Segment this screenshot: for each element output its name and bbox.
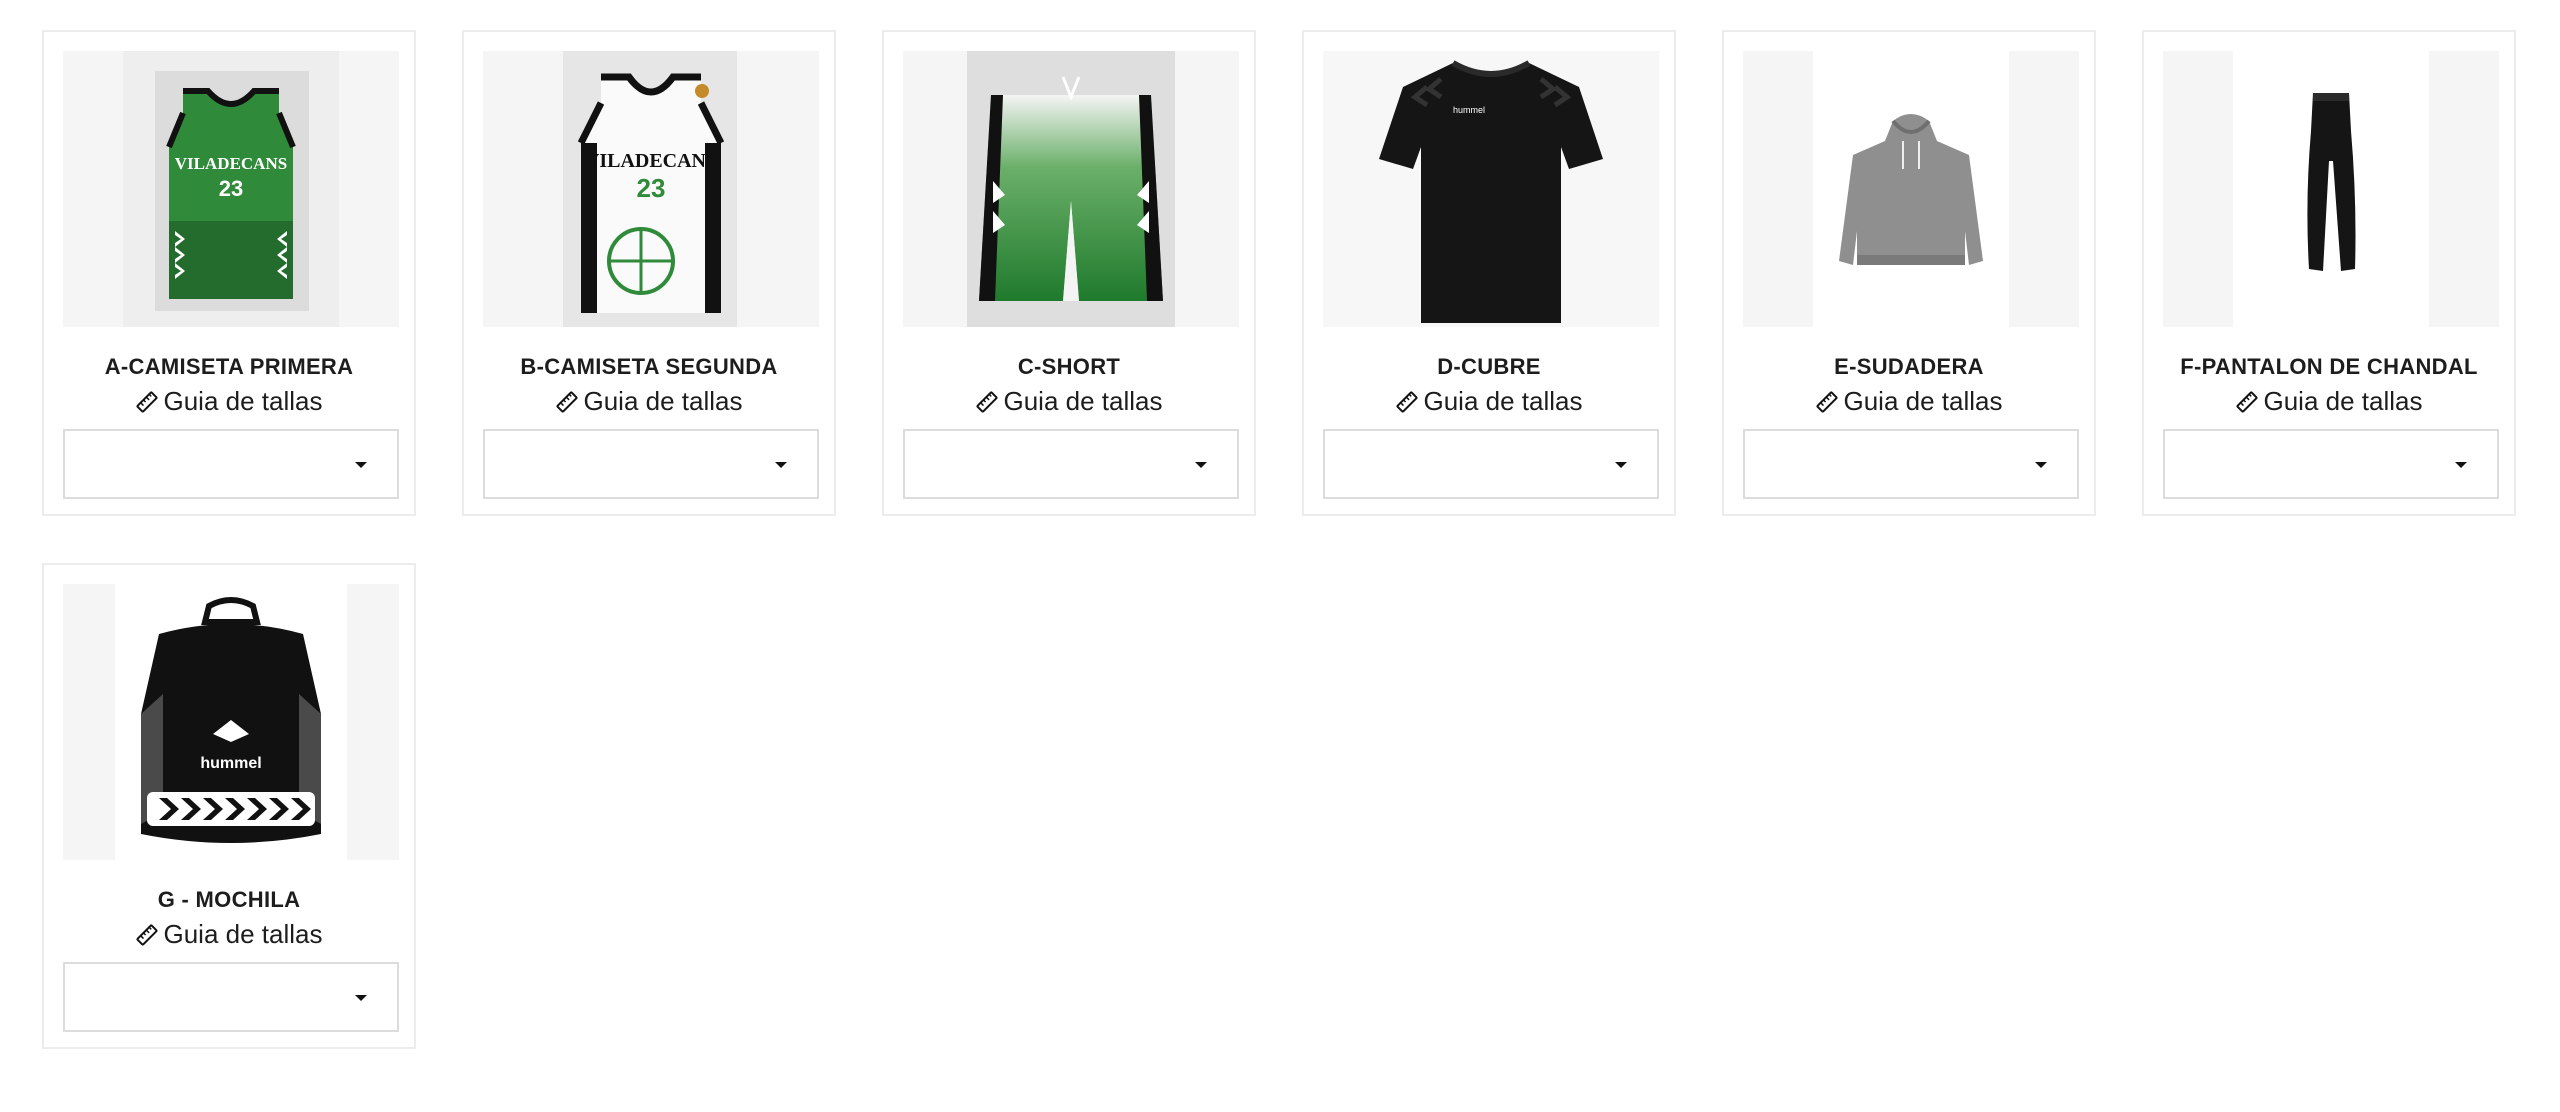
- size-guide-label: Guia de tallas: [163, 919, 323, 949]
- size-guide-label: Guia de tallas: [583, 386, 743, 416]
- product-card: hummel D-CUBRE Guia de tallas: [1302, 30, 1676, 516]
- product-name[interactable]: G - MOCHILA: [44, 887, 414, 913]
- product-card: C-SHORT Guia de tallas: [882, 30, 1256, 516]
- ruler-icon: [1396, 391, 1417, 413]
- size-guide-label: Guia de tallas: [1003, 386, 1163, 416]
- size-select[interactable]: [903, 429, 1239, 499]
- size-guide-label: Guia de tallas: [2263, 386, 2423, 416]
- caret-down-icon: [355, 462, 367, 468]
- size-guide-link[interactable]: Guia de tallas: [44, 386, 414, 417]
- backpack-image: hummel: [141, 597, 321, 843]
- shorts-image: [979, 76, 1163, 301]
- size-guide-label: Guia de tallas: [163, 386, 323, 416]
- size-guide-link[interactable]: Guia de tallas: [2144, 386, 2514, 417]
- ruler-icon: [976, 391, 997, 413]
- product-name[interactable]: A-CAMISETA PRIMERA: [44, 354, 414, 380]
- jersey-team-text: VILADECANS: [585, 150, 717, 172]
- product-image[interactable]: hummel: [1323, 51, 1659, 327]
- size-guide-link[interactable]: Guia de tallas: [884, 386, 1254, 417]
- size-guide-link[interactable]: Guia de tallas: [1304, 386, 1674, 417]
- product-image[interactable]: hummel: [63, 584, 399, 860]
- product-name[interactable]: F-PANTALON DE CHANDAL: [2144, 354, 2514, 380]
- size-guide-link[interactable]: Guia de tallas: [464, 386, 834, 417]
- product-name[interactable]: B-CAMISETA SEGUNDA: [464, 354, 834, 380]
- size-guide-link[interactable]: Guia de tallas: [1724, 386, 2094, 417]
- product-card: E-SUDADERA Guia de tallas: [1722, 30, 2096, 516]
- product-card: F-PANTALON DE CHANDAL Guia de tallas: [2142, 30, 2516, 516]
- ruler-icon: [136, 391, 157, 413]
- product-name[interactable]: D-CUBRE: [1304, 354, 1674, 380]
- brand-text: hummel: [200, 755, 261, 772]
- product-name[interactable]: C-SHORT: [884, 354, 1254, 380]
- size-guide-link[interactable]: Guia de tallas: [44, 919, 414, 950]
- caret-down-icon: [355, 995, 367, 1001]
- size-select[interactable]: [63, 429, 399, 499]
- ruler-icon: [1816, 391, 1837, 413]
- size-select[interactable]: [1743, 429, 2079, 499]
- size-guide-label: Guia de tallas: [1423, 386, 1583, 416]
- product-image[interactable]: VILADECANS 23: [483, 51, 819, 327]
- ruler-icon: [2236, 391, 2257, 413]
- jersey-team-text: VILADECANS: [175, 154, 287, 173]
- caret-down-icon: [1195, 462, 1207, 468]
- ruler-icon: [556, 391, 577, 413]
- product-name[interactable]: E-SUDADERA: [1724, 354, 2094, 380]
- caret-down-icon: [2455, 462, 2467, 468]
- hoodie-image: [1839, 114, 1983, 265]
- size-guide-label: Guia de tallas: [1843, 386, 2003, 416]
- size-select[interactable]: [1323, 429, 1659, 499]
- product-image[interactable]: [2163, 51, 2499, 327]
- product-image[interactable]: [903, 51, 1239, 327]
- product-card: VILADECANS 23 A-CAMISETA PRIMERA Guia de…: [42, 30, 416, 516]
- product-card: hummel G - MOCHILA Guia de tallas: [42, 563, 416, 1049]
- ruler-icon: [136, 924, 157, 946]
- size-select[interactable]: [63, 962, 399, 1032]
- size-select[interactable]: [483, 429, 819, 499]
- caret-down-icon: [2035, 462, 2047, 468]
- caret-down-icon: [1615, 462, 1627, 468]
- caret-down-icon: [775, 462, 787, 468]
- tshirt-image: hummel: [1379, 60, 1603, 323]
- size-select[interactable]: [2163, 429, 2499, 499]
- product-image[interactable]: [1743, 51, 2079, 327]
- jersey-number-text: 23: [219, 176, 243, 201]
- product-card: VILADECANS 23 B-CAMISETA SEGUNDA Guia de…: [462, 30, 836, 516]
- product-image[interactable]: VILADECANS 23: [63, 51, 399, 327]
- track-pants-image: [2307, 93, 2356, 271]
- jersey-number-text: 23: [637, 173, 666, 203]
- brand-text: hummel: [1453, 105, 1485, 115]
- white-jersey-image: VILADECANS 23: [577, 73, 725, 313]
- green-jersey-image: VILADECANS 23: [155, 71, 309, 311]
